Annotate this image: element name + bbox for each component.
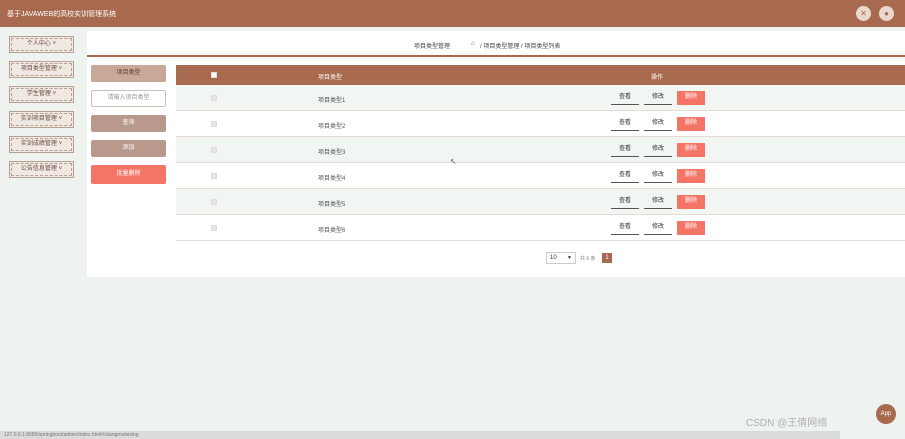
edit-button[interactable]: 修改 xyxy=(644,143,672,157)
edit-button[interactable]: 修改 xyxy=(644,169,672,183)
watermark: CSDN @王倩网络 xyxy=(746,418,828,429)
total-count: 共 6 条 xyxy=(580,256,596,262)
view-button[interactable]: 查看 xyxy=(611,195,639,209)
main-panel: 项目类型管理 ⌂ / 项目类型管理 / 项目类型列表 项目类型 请输入项目类型 … xyxy=(87,31,905,277)
batch-delete-button[interactable]: 批量删除 xyxy=(91,165,166,184)
row-name: 项目类型6 xyxy=(318,228,346,234)
header-name: 项目类型 xyxy=(318,75,343,81)
breadcrumb-section: 项目类型管理 xyxy=(414,44,451,50)
header-ops: 操作 xyxy=(651,75,664,81)
page-button-1[interactable]: 1 xyxy=(602,253,612,263)
table-row: 项目类型4 查看 修改 删除 xyxy=(176,163,905,189)
chevron-down-icon: ▼ xyxy=(567,255,572,261)
row-checkbox[interactable] xyxy=(211,121,217,127)
home-icon[interactable]: ⌂ xyxy=(471,41,475,47)
row-name: 项目类型4 xyxy=(318,176,346,182)
edit-button[interactable]: 修改 xyxy=(644,221,672,235)
delete-button[interactable]: 删除 xyxy=(677,221,705,235)
edit-button[interactable]: 修改 xyxy=(644,195,672,209)
left-panel: 项目类型 请输入项目类型 查询 添加 批量删除 xyxy=(91,65,166,192)
add-button[interactable]: 添加 xyxy=(91,140,166,157)
status-bar: 127.0.0.1:8080/springboot/admin/index.ht… xyxy=(0,431,840,439)
view-button[interactable]: 查看 xyxy=(611,143,639,157)
page-size-select[interactable]: 10 ▼ xyxy=(546,252,576,264)
row-checkbox[interactable] xyxy=(211,173,217,179)
view-button[interactable]: 查看 xyxy=(611,169,639,183)
row-checkbox[interactable] xyxy=(211,225,217,231)
view-button[interactable]: 查看 xyxy=(611,117,639,131)
select-all-checkbox[interactable] xyxy=(211,72,217,78)
user-icon[interactable]: ● xyxy=(879,6,894,21)
data-table: 项目类型 操作 项目类型1 查看 修改 删除 项目类型2 查看 修改 删除 项目… xyxy=(176,65,905,241)
close-icon[interactable]: ✕ xyxy=(856,6,871,21)
table-row: 项目类型5 查看 修改 删除 xyxy=(176,189,905,215)
delete-button[interactable]: 删除 xyxy=(677,117,705,131)
sidebar: 个人中心 ˅ 项目类型管理 ˅ 学生管理 ˅ 实训项目管理 ˅ 实训成绩管理 ˅… xyxy=(9,36,74,186)
top-bar: 基于JAVAWEB的高校实训管理系统 ✕ ● xyxy=(0,0,905,27)
delete-button[interactable]: 删除 xyxy=(677,143,705,157)
row-checkbox[interactable] xyxy=(211,95,217,101)
query-button[interactable]: 查询 xyxy=(91,115,166,132)
edit-button[interactable]: 修改 xyxy=(644,117,672,131)
breadcrumb: 项目类型管理 ⌂ / 项目类型管理 / 项目类型列表 xyxy=(87,31,905,57)
breadcrumb-path: / 项目类型管理 / 项目类型列表 xyxy=(480,44,561,50)
delete-button[interactable]: 删除 xyxy=(677,91,705,105)
float-app-button[interactable]: App xyxy=(876,404,896,424)
row-name: 项目类型1 xyxy=(318,98,346,104)
view-button[interactable]: 查看 xyxy=(611,91,639,105)
table-row: 项目类型6 查看 修改 删除 xyxy=(176,215,905,241)
row-name: 项目类型5 xyxy=(318,202,346,208)
mouse-cursor-icon: ↖ xyxy=(450,157,457,166)
row-checkbox[interactable] xyxy=(211,147,217,153)
sidebar-item-training-projects[interactable]: 实训项目管理 ˅ xyxy=(9,111,74,128)
row-name: 项目类型2 xyxy=(318,124,346,130)
table-row: 项目类型2 查看 修改 删除 xyxy=(176,111,905,137)
sidebar-item-training-scores[interactable]: 实训成绩管理 ˅ xyxy=(9,136,74,153)
project-type-tab[interactable]: 项目类型 xyxy=(91,65,166,82)
delete-button[interactable]: 删除 xyxy=(677,169,705,183)
table-header: 项目类型 操作 xyxy=(176,65,905,85)
app-title: 基于JAVAWEB的高校实训管理系统 xyxy=(7,11,117,18)
row-checkbox[interactable] xyxy=(211,199,217,205)
page-size-value: 10 xyxy=(550,255,557,261)
sidebar-item-students[interactable]: 学生管理 ˅ xyxy=(9,86,74,103)
table-row: 项目类型3 查看 修改 删除 xyxy=(176,137,905,163)
edit-button[interactable]: 修改 xyxy=(644,91,672,105)
delete-button[interactable]: 删除 xyxy=(677,195,705,209)
search-input[interactable]: 请输入项目类型 xyxy=(91,90,166,107)
table-row: 项目类型1 查看 修改 删除 xyxy=(176,85,905,111)
table-body: 项目类型1 查看 修改 删除 项目类型2 查看 修改 删除 项目类型3 查看 修… xyxy=(176,85,905,241)
view-button[interactable]: 查看 xyxy=(611,221,639,235)
sidebar-item-announcements[interactable]: 公告信息管理 ˅ xyxy=(9,161,74,178)
sidebar-item-project-type[interactable]: 项目类型管理 ˅ xyxy=(9,61,74,78)
row-name: 项目类型3 xyxy=(318,150,346,156)
sidebar-item-personal-center[interactable]: 个人中心 ˅ xyxy=(9,36,74,53)
